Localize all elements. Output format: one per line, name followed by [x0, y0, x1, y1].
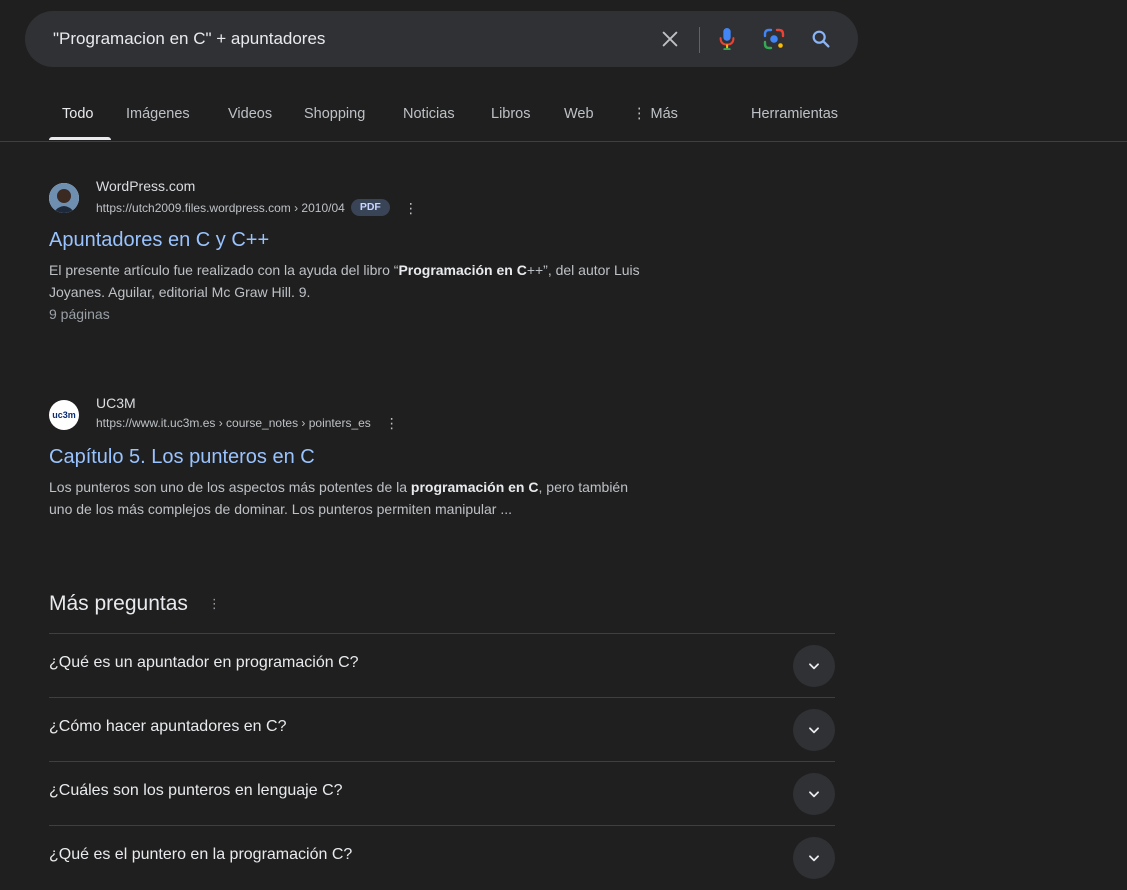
clear-search-button[interactable] — [656, 25, 684, 53]
result-title-link[interactable]: Capítulo 5. Los punteros en C — [49, 444, 789, 470]
snippet-text: uno de los más complejos de dominar. Los… — [49, 501, 513, 517]
camera-lens-icon — [763, 28, 785, 50]
site-favicon: uc3m — [49, 400, 79, 430]
result-source[interactable]: uc3m UC3M https://www.it.uc3m.es › cours… — [49, 395, 789, 435]
snippet-text: Los punteros son uno de los aspectos más… — [49, 479, 411, 495]
snippet-highlight: programación en C — [410, 479, 539, 495]
result-title-link[interactable]: Apuntadores en C y C++ — [49, 227, 789, 253]
paa-question-text: ¿Qué es un apuntador en programación C? — [49, 654, 359, 671]
tab-shopping[interactable]: Shopping — [304, 106, 365, 122]
search-button[interactable] — [807, 25, 835, 53]
chevron-down-icon — [809, 791, 819, 798]
search-bar — [25, 11, 858, 67]
tab-videos[interactable]: Videos — [228, 106, 272, 122]
tab-noticias[interactable]: Noticias — [403, 106, 455, 122]
tab-todo[interactable]: Todo — [62, 106, 93, 122]
snippet-highlight: Programación en C — [398, 262, 527, 278]
page-count: 9 páginas — [49, 306, 110, 322]
site-name: UC3M — [96, 395, 136, 411]
search-result: WordPress.com https://utch2009.files.wor… — [49, 178, 789, 325]
site-name: WordPress.com — [96, 178, 196, 194]
expand-button[interactable] — [793, 773, 835, 815]
paa-section: Más preguntas ⋮ — [49, 592, 221, 616]
search-input[interactable] — [53, 11, 653, 67]
pdf-badge: PDF — [350, 199, 390, 216]
site-favicon — [49, 183, 79, 213]
more-options-icon[interactable]: ⋮ — [385, 416, 399, 430]
search-result: uc3m UC3M https://www.it.uc3m.es › cours… — [49, 395, 789, 520]
tab-mas[interactable]: ⋮ Más — [632, 106, 678, 122]
expand-button[interactable] — [793, 837, 835, 879]
site-url: https://utch2009.files.wordpress.com › 2… — [96, 200, 345, 215]
tools-button[interactable]: Herramientas — [751, 106, 838, 122]
tab-imagenes[interactable]: Imágenes — [126, 106, 190, 122]
search-bar-divider — [699, 27, 700, 53]
voice-search-button[interactable] — [713, 25, 741, 53]
tab-libros[interactable]: Libros — [491, 106, 531, 122]
active-tab-indicator — [49, 137, 111, 140]
result-snippet: Los punteros son uno de los aspectos más… — [49, 476, 789, 520]
more-options-icon[interactable]: ⋮ — [404, 201, 418, 215]
search-tabs: Todo Imágenes Videos Shopping Noticias L… — [0, 92, 1127, 142]
snippet-text: , pero también — [538, 479, 629, 495]
snippet-text: ++”, del autor Luis — [526, 262, 640, 278]
paa-question[interactable]: ¿Cuáles son los punteros en lenguaje C? — [49, 761, 835, 825]
avatar-icon — [49, 183, 79, 213]
more-options-icon[interactable]: ⋮ — [208, 596, 221, 612]
paa-question-text: ¿Cómo hacer apuntadores en C? — [49, 718, 287, 735]
paa-question[interactable]: ¿Qué es un apuntador en programación C? — [49, 633, 835, 697]
paa-question[interactable]: ¿Cómo hacer apuntadores en C? — [49, 697, 835, 761]
microphone-icon — [719, 28, 735, 50]
paa-question-text: ¿Cuáles son los punteros en lenguaje C? — [49, 782, 343, 799]
snippet-text: El presente artículo fue realizado con l… — [49, 262, 399, 278]
chevron-down-icon — [809, 855, 819, 862]
site-url-row: https://utch2009.files.wordpress.com › 2… — [96, 199, 418, 216]
site-url: https://www.it.uc3m.es › course_notes › … — [96, 416, 371, 430]
search-icon — [812, 30, 830, 48]
tab-web[interactable]: Web — [564, 106, 594, 122]
paa-list: ¿Qué es un apuntador en programación C? … — [49, 633, 835, 889]
paa-question-text: ¿Qué es el puntero en la programación C? — [49, 846, 353, 863]
site-url-row: https://www.it.uc3m.es › course_notes › … — [96, 416, 399, 430]
paa-heading: Más preguntas — [49, 592, 188, 615]
result-snippet: El presente artículo fue realizado con l… — [49, 259, 789, 303]
close-icon — [662, 31, 678, 47]
expand-button[interactable] — [793, 709, 835, 751]
snippet-text: Joyanes. Aguilar, editorial Mc Graw Hill… — [49, 284, 311, 300]
result-source[interactable]: WordPress.com https://utch2009.files.wor… — [49, 178, 789, 218]
chevron-down-icon — [809, 727, 819, 734]
image-search-button[interactable] — [760, 25, 788, 53]
paa-question[interactable]: ¿Qué es el puntero en la programación C? — [49, 825, 835, 889]
favicon-logo-text: uc3m — [52, 410, 76, 420]
chevron-down-icon — [809, 663, 819, 670]
expand-button[interactable] — [793, 645, 835, 687]
